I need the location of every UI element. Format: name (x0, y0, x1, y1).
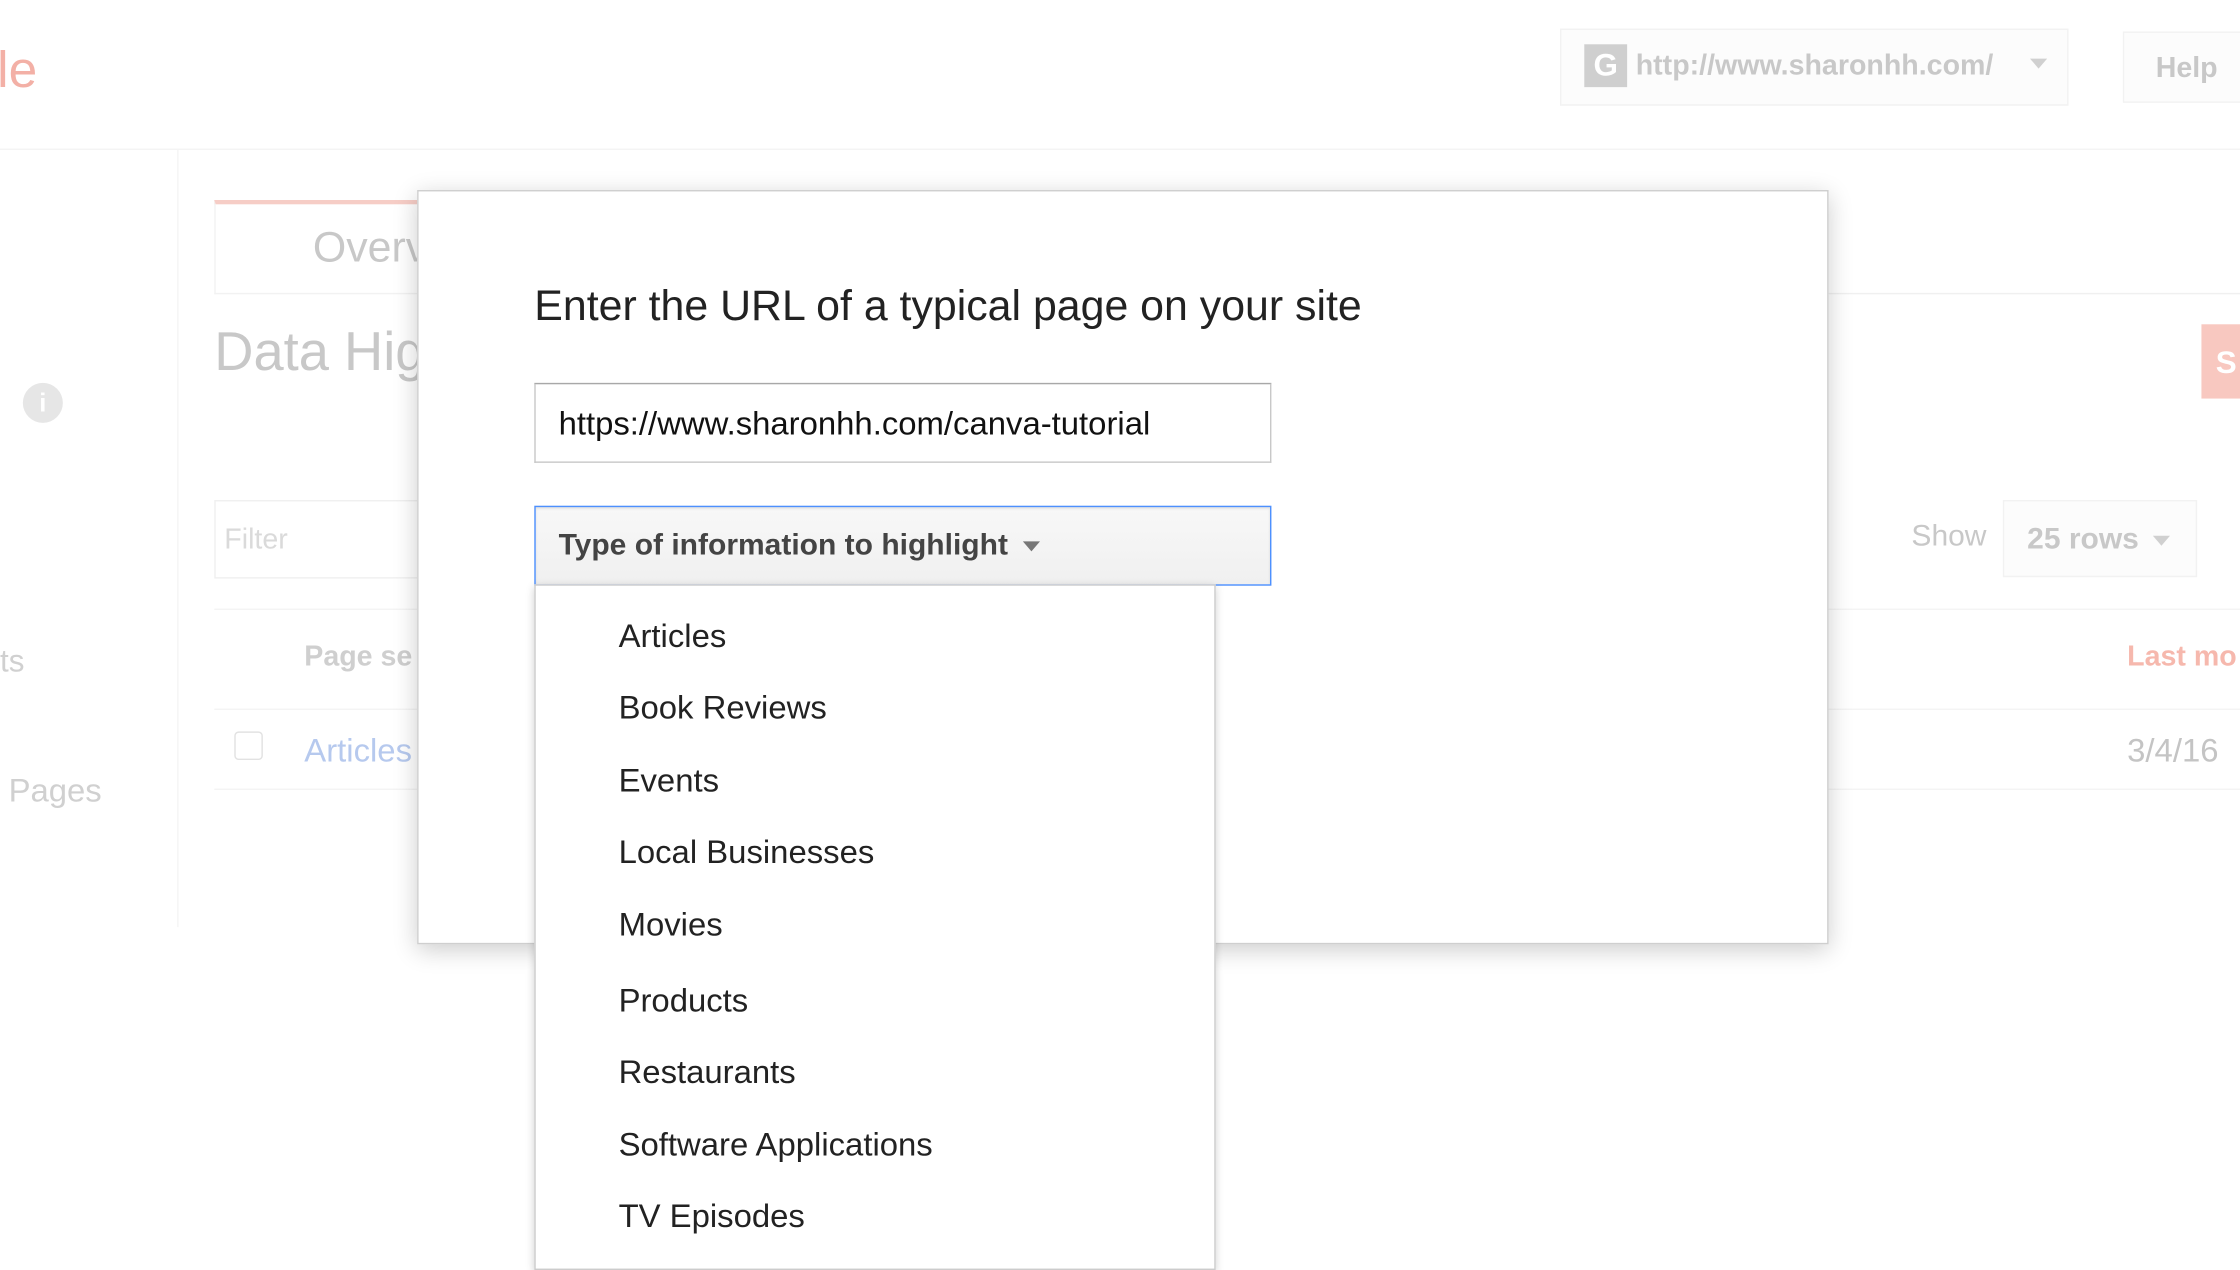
menu-item-software-applications[interactable]: Software Applications (619, 1126, 933, 1165)
url-input[interactable] (534, 382, 1272, 463)
site-selector[interactable]: G http://www.sharonhh.com/ (1559, 28, 2069, 106)
divider (177, 148, 179, 928)
show-label: Show (1911, 519, 1987, 553)
column-header-page-set[interactable]: Page se (304, 641, 412, 674)
type-select-label: Type of information to highlight (558, 528, 1008, 562)
divider (0, 148, 2240, 150)
menu-item-movies[interactable]: Movies (619, 906, 723, 945)
rows-select[interactable]: 25 rows (2002, 499, 2198, 578)
google-icon: G (1584, 44, 1628, 88)
page-title: Data Hig (214, 322, 426, 383)
chevron-down-icon (1022, 541, 1040, 552)
type-select[interactable]: Type of information to highlight (534, 505, 1272, 586)
sidebar-item[interactable]: ts (0, 643, 24, 680)
tab-overview[interactable]: Overv (214, 199, 429, 295)
help-button[interactable]: Help (2122, 31, 2240, 103)
menu-item-tv-episodes[interactable]: TV Episodes (619, 1197, 805, 1236)
menu-item-local-businesses[interactable]: Local Businesses (619, 833, 875, 872)
chevron-down-icon (2153, 535, 2171, 546)
row-checkbox[interactable] (234, 731, 263, 760)
logo: le (0, 39, 38, 99)
row-link[interactable]: Articles (304, 731, 412, 770)
type-dropdown-menu: Articles Book Reviews Events Local Busin… (534, 584, 1216, 1270)
info-icon[interactable]: i (22, 382, 63, 423)
sidebar-item-pages[interactable]: Pages (9, 771, 102, 810)
row-date: 3/4/16 (2127, 731, 2219, 769)
menu-item-articles[interactable]: Articles (619, 617, 727, 656)
menu-item-events[interactable]: Events (619, 761, 719, 800)
divider (1828, 292, 2240, 295)
menu-item-products[interactable]: Products (619, 981, 749, 1020)
menu-item-restaurants[interactable]: Restaurants (619, 1053, 796, 1092)
chevron-down-icon (2029, 58, 2048, 69)
start-button[interactable]: S (2201, 324, 2240, 399)
menu-item-book-reviews[interactable]: Book Reviews (619, 689, 827, 728)
filter-input[interactable]: Filter (214, 499, 429, 579)
rows-value: 25 rows (2027, 522, 2139, 556)
dialog-title: Enter the URL of a typical page on your … (534, 282, 1362, 330)
column-header-last-modified[interactable]: Last mo (2127, 641, 2237, 674)
site-url: http://www.sharonhh.com/ (1635, 49, 1994, 82)
